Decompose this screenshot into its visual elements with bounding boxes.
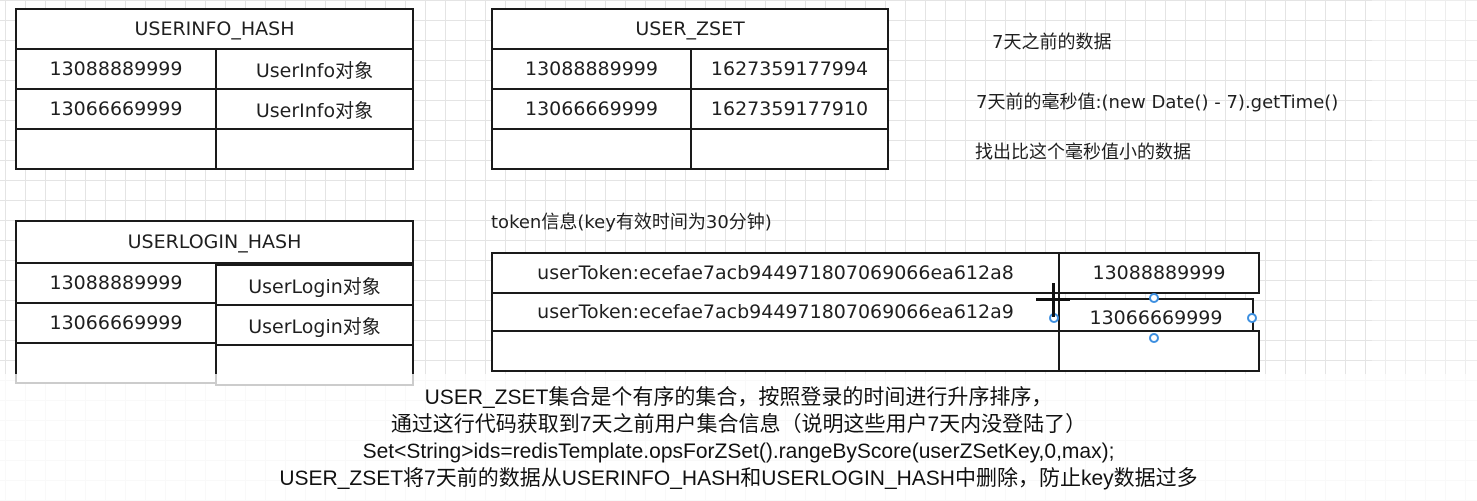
caption-line-4: USER_ZSET将7天前的数据从USERINFO_HASH和USERLOGIN… (279, 466, 1198, 490)
note-millis[interactable]: 7天前的毫秒值:(new Date() - 7).getTime() (976, 88, 1338, 114)
subtitle-caption: USER_ZSET集合是个有序的集合，按照登录的时间进行升序排序， 通过这行代码… (0, 374, 1477, 501)
caption-line-2: 通过这行代码获取到7天之前用户集合信息（说明这些用户7天内没登陆了） (390, 412, 1087, 436)
token-key-3[interactable] (491, 330, 1060, 372)
token-key-2[interactable]: userToken:ecefae7acb944971807069066ea612… (491, 292, 1060, 332)
userlogin-hash-key-2[interactable]: 13066669999 (15, 302, 217, 344)
userinfo-hash-value-1[interactable]: UserInfo对象 (215, 48, 414, 90)
user-zset-title[interactable]: USER_ZSET (491, 8, 889, 50)
userinfo-hash-title[interactable]: USERINFO_HASH (15, 8, 414, 50)
user-zset-score-2[interactable]: 1627359177910 (690, 88, 889, 130)
canvas-scroll-area (1372, 0, 1477, 374)
userlogin-hash-key-1[interactable]: 13088889999 (15, 262, 217, 304)
token-key-1[interactable]: userToken:ecefae7acb944971807069066ea612… (491, 252, 1060, 294)
userlogin-hash-title[interactable]: USERLOGIN_HASH (15, 220, 414, 264)
userinfo-hash-key-2[interactable]: 13066669999 (15, 88, 217, 130)
resize-handle-right[interactable] (1247, 313, 1257, 323)
token-value-3[interactable] (1058, 330, 1260, 372)
user-zset-member-2[interactable]: 13066669999 (491, 88, 692, 130)
note-seven-days[interactable]: 7天之前的数据 (992, 28, 1111, 54)
userinfo-hash-value-2[interactable]: UserInfo对象 (215, 88, 414, 130)
userinfo-hash-key-3[interactable] (15, 128, 217, 170)
caption-line-1: USER_ZSET集合是个有序的集合，按照登录的时间进行升序排序， (424, 385, 1053, 409)
diagram-canvas: USERINFO_HASH 13088889999 UserInfo对象 130… (0, 0, 1372, 386)
userinfo-hash-key-1[interactable]: 13088889999 (15, 48, 217, 90)
user-zset-score-1[interactable]: 1627359177994 (690, 48, 889, 90)
user-zset-score-3[interactable] (690, 128, 889, 170)
note-find-smaller[interactable]: 找出比这个毫秒值小的数据 (975, 138, 1191, 164)
token-value-1[interactable]: 13088889999 (1058, 252, 1260, 294)
caption-line-3: Set<String>ids=redisTemplate.opsForZSet(… (362, 439, 1115, 463)
resize-handle-bottom[interactable] (1149, 333, 1159, 343)
user-zset-member-1[interactable]: 13088889999 (491, 48, 692, 90)
userinfo-hash-value-3[interactable] (215, 128, 414, 170)
token-table-label[interactable]: token信息(key有效时间为30分钟) (491, 208, 772, 234)
user-zset-member-3[interactable] (491, 128, 692, 170)
resize-handle-top[interactable] (1149, 293, 1159, 303)
userlogin-hash-value-2[interactable]: UserLogin对象 (215, 304, 414, 346)
userlogin-hash-value-1[interactable]: UserLogin对象 (215, 264, 414, 306)
